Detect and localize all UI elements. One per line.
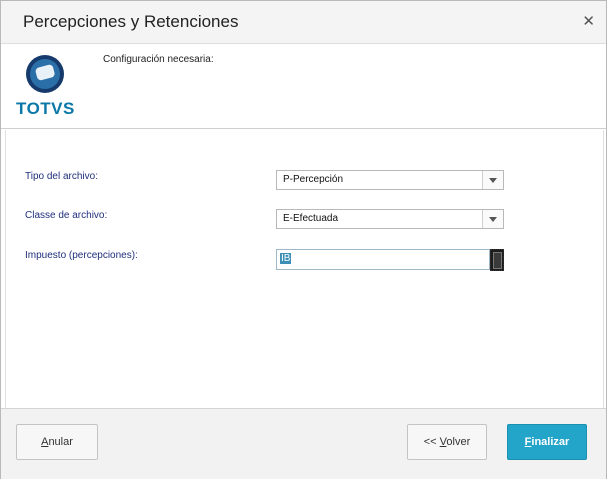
title-bar: Percepciones y Retenciones ✕ [1, 1, 606, 44]
back-label: olver [446, 436, 471, 448]
cancel-button[interactable]: Anular [16, 424, 98, 460]
dialog-title: Percepciones y Retenciones [23, 12, 239, 31]
form-panel: Tipo del archivo: P-Percepción Classe de… [5, 130, 604, 408]
back-button[interactable]: << Volver [407, 424, 487, 460]
lookup-button[interactable] [490, 249, 504, 271]
file-class-label: Classe de archivo: [25, 210, 108, 221]
footer-bar: Anular << Volver Finalizar [1, 408, 606, 479]
tax-input[interactable]: IB [276, 249, 490, 270]
close-icon[interactable]: ✕ [582, 12, 595, 30]
file-class-select[interactable]: E-Efectuada [276, 209, 504, 229]
tax-label: Impuesto (percepciones): [25, 250, 138, 261]
logo-mark-icon [26, 55, 64, 93]
logo-text: TOTVS [16, 99, 75, 118]
totvs-logo: TOTVS [15, 54, 75, 118]
file-type-select[interactable]: P-Percepción [276, 170, 504, 190]
tax-input-value: IB [280, 253, 292, 264]
header-note: Configuración necesaria: [103, 54, 214, 65]
header-panel: TOTVS Configuración necesaria: [1, 44, 606, 129]
finish-button[interactable]: Finalizar [507, 424, 587, 460]
dialog-window: Percepciones y Retenciones ✕ TOTVS Confi… [0, 0, 607, 479]
chevron-down-icon[interactable] [482, 210, 503, 228]
file-type-label: Tipo del archivo: [25, 171, 98, 182]
finish-label: inalizar [531, 436, 570, 448]
back-prefix: << [423, 436, 440, 448]
cancel-label: nular [48, 436, 73, 448]
file-type-value: P-Percepción [283, 174, 344, 185]
chevron-down-icon[interactable] [482, 171, 503, 189]
file-class-value: E-Efectuada [283, 213, 339, 224]
